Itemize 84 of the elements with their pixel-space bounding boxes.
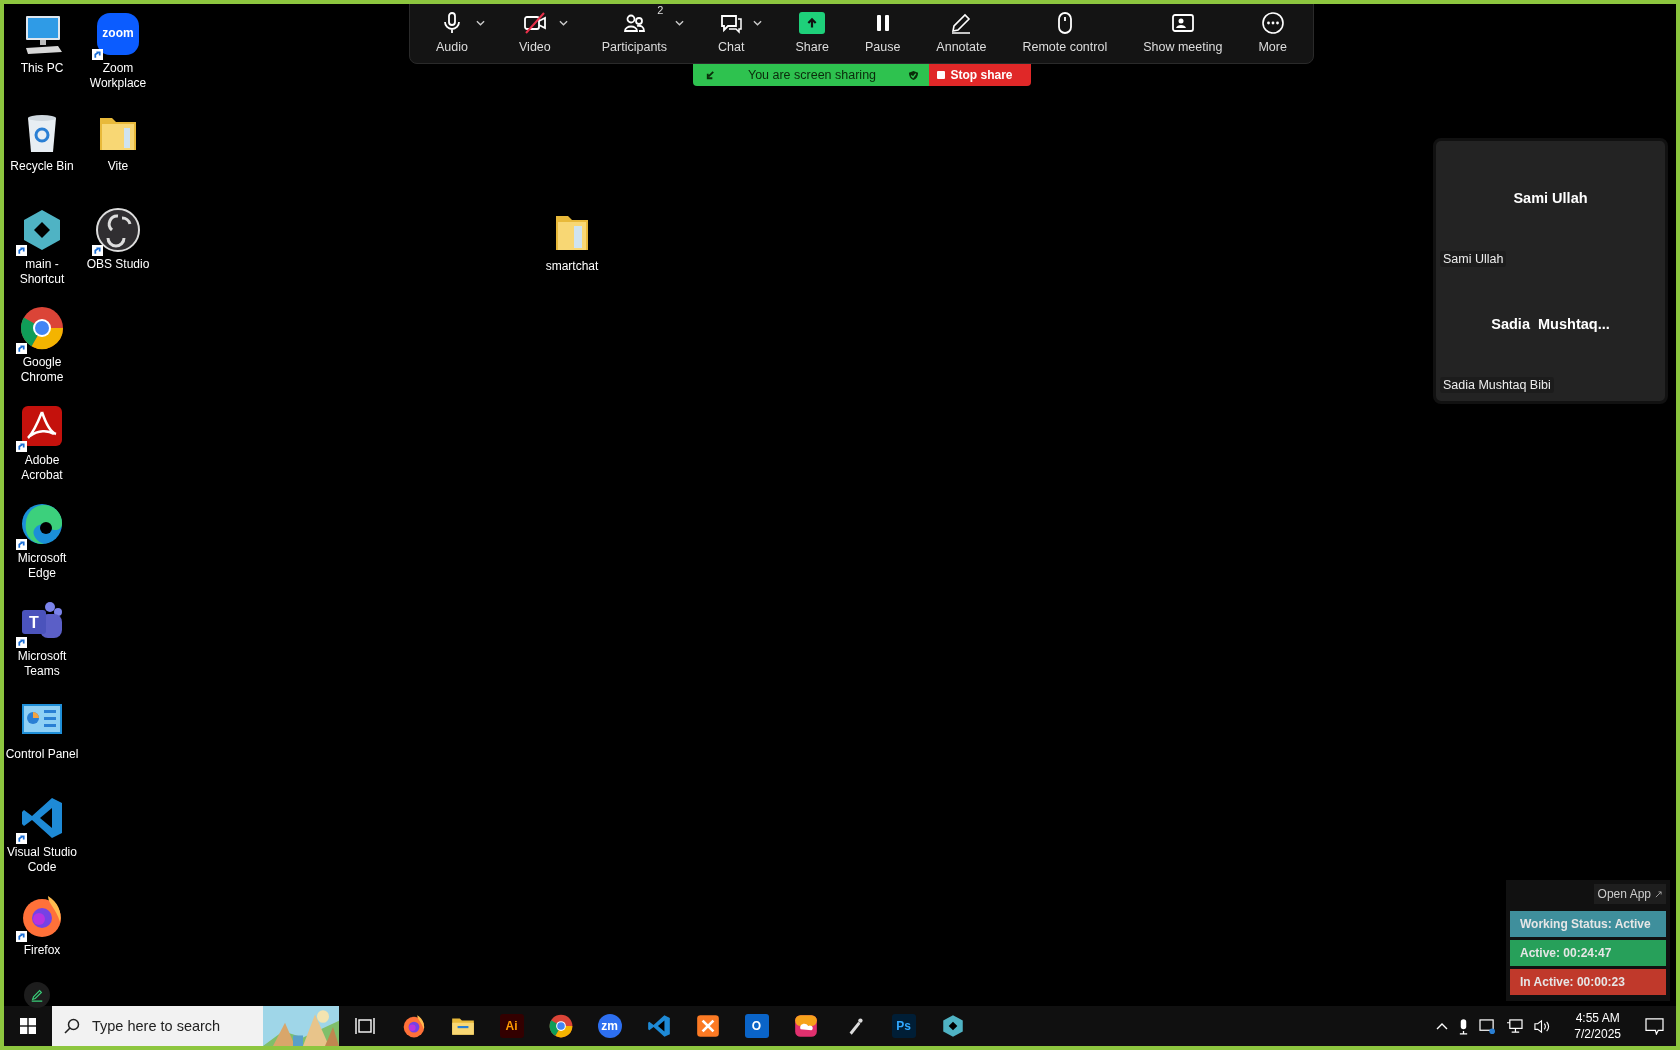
toolbar-button[interactable]: Annotate: [934, 8, 989, 56]
toolbar-button[interactable]: Chat: [716, 8, 747, 56]
stop-icon: [937, 71, 946, 79]
caret-icon[interactable]: [476, 20, 485, 26]
toolbar-button[interactable]: Pause: [862, 8, 903, 56]
task-view-icon: [355, 1016, 375, 1036]
taskbar-app-button[interactable]: Ai: [487, 1006, 536, 1046]
desktop-icon[interactable]: Visual Studio Code: [4, 788, 80, 886]
icon-label: main - Shortcut: [18, 257, 66, 287]
zoom-app-icon: [94, 10, 142, 58]
shield-icon: [908, 69, 920, 81]
desktop-icon[interactable]: Adobe Acrobat: [4, 396, 80, 494]
participant-name: Sadia Mushtaq...: [1491, 316, 1610, 332]
icon-label: Zoom Workplace: [88, 61, 148, 91]
desktop-icon[interactable]: Control Panel: [4, 690, 80, 788]
desktop-icon[interactable]: main - Shortcut: [4, 200, 80, 298]
volume-icon[interactable]: [1533, 1018, 1551, 1034]
name-tag: Sadia Mushtaq Bibi: [1440, 377, 1554, 393]
search-icon: [64, 1018, 80, 1034]
vs-code-icon: [645, 1013, 672, 1039]
more-icon: [1260, 11, 1285, 35]
icon-label: OBS Studio: [86, 257, 150, 272]
microphone-icon[interactable]: [1458, 1017, 1470, 1035]
arrow-icon: [704, 69, 716, 81]
desktop-icon[interactable]: zoom Zoom Workplace: [80, 4, 156, 102]
sharing-message: You are screen sharing: [747, 68, 877, 82]
desktop-icon[interactable]: Microsoft Edge: [4, 494, 80, 592]
stop-share-button[interactable]: Stop share: [929, 64, 1031, 86]
search-box[interactable]: Type here to search: [52, 1006, 339, 1046]
status-row: Working Status: Active: [1510, 911, 1666, 937]
taskbar-app-button[interactable]: O: [732, 1006, 781, 1046]
status-row: In Active: 00:00:23: [1510, 969, 1666, 995]
icon-label: Adobe Acrobat: [20, 453, 64, 483]
icon-label: Visual Studio Code: [6, 845, 78, 875]
pen-button[interactable]: [24, 982, 50, 1008]
obs-icon: [94, 206, 142, 254]
caret-icon[interactable]: [675, 20, 685, 26]
icon-label: Firefox: [23, 943, 61, 958]
screen-icon[interactable]: [1479, 1018, 1497, 1034]
chrome-icon: [547, 1013, 574, 1039]
caret-icon[interactable]: [558, 20, 568, 26]
caret-icon[interactable]: [752, 20, 762, 26]
icon-label: This PC: [20, 61, 64, 76]
person-screen-icon: [1170, 11, 1195, 35]
icon-label: Microsoft Edge: [16, 551, 68, 581]
desktop-icon[interactable]: Vite: [80, 102, 156, 200]
logo-text: zoom: [101, 26, 135, 40]
icon-label: smartchat: [545, 259, 599, 274]
participant-name: Sami Ullah: [1513, 190, 1588, 206]
windows-logo-icon: [20, 1018, 36, 1034]
desktop-icon[interactable]: T Microsoft Teams: [4, 592, 80, 690]
toolbar-button[interactable]: Audio: [434, 8, 470, 56]
icon-label: Recycle Bin: [10, 159, 74, 174]
toolbar-button[interactable]: More: [1256, 8, 1289, 56]
toolbar-button[interactable]: Show meeting: [1141, 8, 1225, 56]
creative-cloud-icon: [792, 1013, 819, 1039]
toolbar-button[interactable]: Remote control: [1020, 8, 1110, 56]
icon-label: Vite: [107, 159, 129, 174]
name-tag: Sami Ullah: [1440, 251, 1507, 267]
icon-label: Google Chrome: [19, 355, 65, 385]
open-app-button[interactable]: Open App: [1593, 884, 1666, 904]
notification-icon[interactable]: [1645, 1017, 1664, 1035]
desktop-icon[interactable]: Google Chrome: [4, 298, 80, 396]
clock[interactable]: 4:55 AM 7/2/2025: [1560, 1010, 1635, 1042]
toolbar-button[interactable]: Video: [517, 8, 553, 56]
icon-label: Microsoft Teams: [16, 649, 68, 679]
toolbar-button[interactable]: Share: [793, 8, 831, 56]
desktop-icon[interactable]: smartchat: [534, 202, 610, 274]
logo-text: T: [28, 614, 40, 632]
search-field[interactable]: Type here to search: [90, 1017, 264, 1035]
xampp-icon: [694, 1013, 721, 1039]
network-icon[interactable]: [1506, 1018, 1524, 1034]
status-row: Active: 00:24:47: [1510, 940, 1666, 966]
taskbar-app-button[interactable]: zm: [585, 1006, 634, 1046]
desktop-icon[interactable]: Firefox: [4, 886, 80, 984]
desktop-icon[interactable]: OBS Studio: [80, 200, 156, 298]
desktop-icon[interactable]: Recycle Bin: [4, 102, 80, 200]
icon-label: Control Panel: [5, 747, 79, 762]
desktop-icon[interactable]: This PC: [4, 4, 80, 102]
taskbar-app-button[interactable]: Ps: [879, 1006, 928, 1046]
chevron-up-icon[interactable]: [1436, 1022, 1449, 1030]
chrome-icon: [18, 304, 66, 352]
external-link-icon: [1655, 890, 1662, 898]
pencil-icon: [30, 988, 44, 1002]
